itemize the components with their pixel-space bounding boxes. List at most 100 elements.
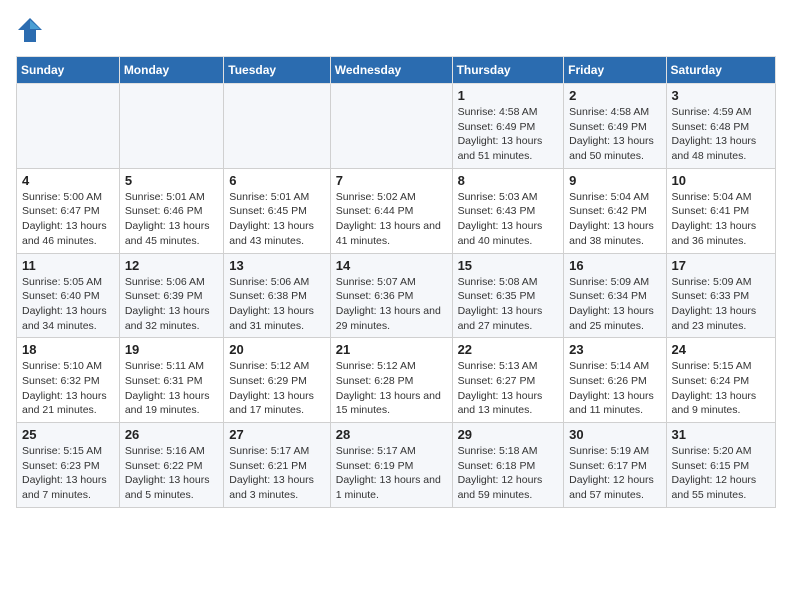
calendar-day-cell: 9 Sunrise: 5:04 AM Sunset: 6:42 PM Daylig… xyxy=(564,168,666,253)
day-number: 25 xyxy=(22,427,114,442)
day-number: 20 xyxy=(229,342,324,357)
day-number: 23 xyxy=(569,342,660,357)
day-info: Sunrise: 5:10 AM Sunset: 6:32 PM Dayligh… xyxy=(22,359,114,418)
day-info: Sunrise: 5:15 AM Sunset: 6:24 PM Dayligh… xyxy=(672,359,770,418)
day-number: 12 xyxy=(125,258,218,273)
day-info: Sunrise: 5:06 AM Sunset: 6:38 PM Dayligh… xyxy=(229,275,324,334)
logo-icon xyxy=(16,16,44,44)
calendar-day-cell: 27Sunrise: 5:17 AM Sunset: 6:21 PM Dayli… xyxy=(224,423,330,508)
day-number: 6 xyxy=(229,173,324,188)
calendar-day-cell: 20 Sunrise: 5:12 AM Sunset: 6:29 PM Dayli… xyxy=(224,338,330,423)
calendar-day-cell: 23Sunrise: 5:14 AM Sunset: 6:26 PM Dayli… xyxy=(564,338,666,423)
weekday-header: Wednesday xyxy=(330,57,452,84)
day-info: Sunrise: 5:00 AM Sunset: 6:47 PM Dayligh… xyxy=(22,190,114,249)
day-number: 3 xyxy=(672,88,770,103)
day-info: Sunrise: 4:58 AM Sunset: 6:49 PM Dayligh… xyxy=(569,105,660,164)
calendar-day-cell: 10 Sunrise: 5:04 AM Sunset: 6:41 PM Dayli… xyxy=(666,168,775,253)
weekday-header: Tuesday xyxy=(224,57,330,84)
day-info: Sunrise: 5:16 AM Sunset: 6:22 PM Dayligh… xyxy=(125,444,218,503)
day-info: Sunrise: 5:05 AM Sunset: 6:40 PM Dayligh… xyxy=(22,275,114,334)
day-number: 5 xyxy=(125,173,218,188)
day-number: 15 xyxy=(458,258,559,273)
calendar-day-cell xyxy=(119,84,223,169)
day-number: 14 xyxy=(336,258,447,273)
day-info: Sunrise: 5:08 AM Sunset: 6:35 PM Dayligh… xyxy=(458,275,559,334)
calendar-day-cell: 6 Sunrise: 5:01 AM Sunset: 6:45 PM Daylig… xyxy=(224,168,330,253)
weekday-header: Thursday xyxy=(452,57,564,84)
calendar-day-cell: 24Sunrise: 5:15 AM Sunset: 6:24 PM Dayli… xyxy=(666,338,775,423)
day-number: 10 xyxy=(672,173,770,188)
day-number: 9 xyxy=(569,173,660,188)
calendar-day-cell: 19Sunrise: 5:11 AM Sunset: 6:31 PM Dayli… xyxy=(119,338,223,423)
day-number: 29 xyxy=(458,427,559,442)
calendar-day-cell xyxy=(224,84,330,169)
day-info: Sunrise: 5:17 AM Sunset: 6:21 PM Dayligh… xyxy=(229,444,324,503)
day-info: Sunrise: 5:12 AM Sunset: 6:29 PM Dayligh… xyxy=(229,359,324,418)
logo xyxy=(16,16,48,44)
weekday-header: Saturday xyxy=(666,57,775,84)
calendar-day-cell: 16Sunrise: 5:09 AM Sunset: 6:34 PM Dayli… xyxy=(564,253,666,338)
day-info: Sunrise: 5:11 AM Sunset: 6:31 PM Dayligh… xyxy=(125,359,218,418)
calendar-day-cell: 28 Sunrise: 5:17 AM Sunset: 6:19 PM Dayli… xyxy=(330,423,452,508)
calendar-day-cell: 30Sunrise: 5:19 AM Sunset: 6:17 PM Dayli… xyxy=(564,423,666,508)
calendar-day-cell: 12 Sunrise: 5:06 AM Sunset: 6:39 PM Dayli… xyxy=(119,253,223,338)
calendar-day-cell: 11 Sunrise: 5:05 AM Sunset: 6:40 PM Dayli… xyxy=(17,253,120,338)
day-info: Sunrise: 5:20 AM Sunset: 6:15 PM Dayligh… xyxy=(672,444,770,503)
day-info: Sunrise: 5:02 AM Sunset: 6:44 PM Dayligh… xyxy=(336,190,447,249)
day-number: 18 xyxy=(22,342,114,357)
day-number: 17 xyxy=(672,258,770,273)
day-number: 13 xyxy=(229,258,324,273)
day-number: 28 xyxy=(336,427,447,442)
calendar-day-cell xyxy=(17,84,120,169)
day-info: Sunrise: 5:06 AM Sunset: 6:39 PM Dayligh… xyxy=(125,275,218,334)
calendar-table: SundayMondayTuesdayWednesdayThursdayFrid… xyxy=(16,56,776,508)
day-info: Sunrise: 5:17 AM Sunset: 6:19 PM Dayligh… xyxy=(336,444,447,503)
calendar-day-cell: 3 Sunrise: 4:59 AM Sunset: 6:48 PM Daylig… xyxy=(666,84,775,169)
calendar-day-cell: 22 Sunrise: 5:13 AM Sunset: 6:27 PM Dayli… xyxy=(452,338,564,423)
day-number: 8 xyxy=(458,173,559,188)
calendar-day-cell: 21 Sunrise: 5:12 AM Sunset: 6:28 PM Dayli… xyxy=(330,338,452,423)
day-info: Sunrise: 5:04 AM Sunset: 6:41 PM Dayligh… xyxy=(672,190,770,249)
day-info: Sunrise: 5:03 AM Sunset: 6:43 PM Dayligh… xyxy=(458,190,559,249)
day-number: 4 xyxy=(22,173,114,188)
calendar-week-row: 25 Sunrise: 5:15 AM Sunset: 6:23 PM Dayli… xyxy=(17,423,776,508)
day-number: 7 xyxy=(336,173,447,188)
calendar-day-cell: 18 Sunrise: 5:10 AM Sunset: 6:32 PM Dayli… xyxy=(17,338,120,423)
weekday-header: Monday xyxy=(119,57,223,84)
day-info: Sunrise: 4:58 AM Sunset: 6:49 PM Dayligh… xyxy=(458,105,559,164)
day-info: Sunrise: 5:15 AM Sunset: 6:23 PM Dayligh… xyxy=(22,444,114,503)
day-number: 22 xyxy=(458,342,559,357)
calendar-day-cell: 25 Sunrise: 5:15 AM Sunset: 6:23 PM Dayli… xyxy=(17,423,120,508)
calendar-day-cell: 1Sunrise: 4:58 AM Sunset: 6:49 PM Daylig… xyxy=(452,84,564,169)
day-number: 31 xyxy=(672,427,770,442)
calendar-week-row: 11 Sunrise: 5:05 AM Sunset: 6:40 PM Dayli… xyxy=(17,253,776,338)
day-number: 2 xyxy=(569,88,660,103)
day-info: Sunrise: 4:59 AM Sunset: 6:48 PM Dayligh… xyxy=(672,105,770,164)
calendar-day-cell: 29 Sunrise: 5:18 AM Sunset: 6:18 PM Dayli… xyxy=(452,423,564,508)
calendar-day-cell xyxy=(330,84,452,169)
calendar-day-cell: 26 Sunrise: 5:16 AM Sunset: 6:22 PM Dayli… xyxy=(119,423,223,508)
day-info: Sunrise: 5:01 AM Sunset: 6:45 PM Dayligh… xyxy=(229,190,324,249)
page-header xyxy=(16,16,776,44)
calendar-day-cell: 7 Sunrise: 5:02 AM Sunset: 6:44 PM Daylig… xyxy=(330,168,452,253)
calendar-week-row: 1Sunrise: 4:58 AM Sunset: 6:49 PM Daylig… xyxy=(17,84,776,169)
day-number: 11 xyxy=(22,258,114,273)
day-info: Sunrise: 5:19 AM Sunset: 6:17 PM Dayligh… xyxy=(569,444,660,503)
calendar-day-cell: 5 Sunrise: 5:01 AM Sunset: 6:46 PM Daylig… xyxy=(119,168,223,253)
day-info: Sunrise: 5:07 AM Sunset: 6:36 PM Dayligh… xyxy=(336,275,447,334)
day-number: 16 xyxy=(569,258,660,273)
day-info: Sunrise: 5:01 AM Sunset: 6:46 PM Dayligh… xyxy=(125,190,218,249)
header-row: SundayMondayTuesdayWednesdayThursdayFrid… xyxy=(17,57,776,84)
day-info: Sunrise: 5:18 AM Sunset: 6:18 PM Dayligh… xyxy=(458,444,559,503)
calendar-day-cell: 2 Sunrise: 4:58 AM Sunset: 6:49 PM Daylig… xyxy=(564,84,666,169)
day-number: 21 xyxy=(336,342,447,357)
calendar-day-cell: 14 Sunrise: 5:07 AM Sunset: 6:36 PM Dayli… xyxy=(330,253,452,338)
day-info: Sunrise: 5:12 AM Sunset: 6:28 PM Dayligh… xyxy=(336,359,447,418)
day-info: Sunrise: 5:04 AM Sunset: 6:42 PM Dayligh… xyxy=(569,190,660,249)
day-number: 26 xyxy=(125,427,218,442)
calendar-week-row: 18 Sunrise: 5:10 AM Sunset: 6:32 PM Dayli… xyxy=(17,338,776,423)
day-info: Sunrise: 5:13 AM Sunset: 6:27 PM Dayligh… xyxy=(458,359,559,418)
calendar-day-cell: 31 Sunrise: 5:20 AM Sunset: 6:15 PM Dayli… xyxy=(666,423,775,508)
day-info: Sunrise: 5:09 AM Sunset: 6:33 PM Dayligh… xyxy=(672,275,770,334)
calendar-day-cell: 13 Sunrise: 5:06 AM Sunset: 6:38 PM Dayli… xyxy=(224,253,330,338)
